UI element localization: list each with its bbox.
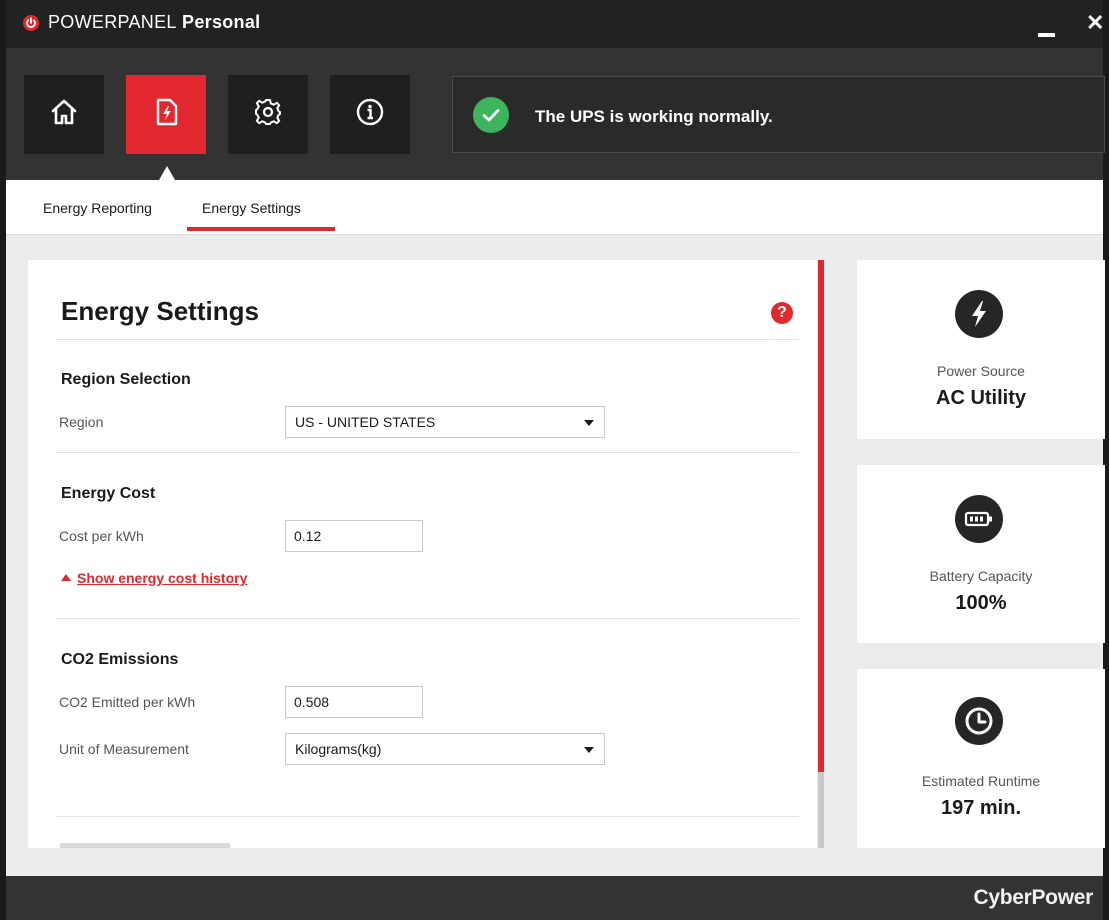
home-icon: [49, 97, 79, 132]
estimated-runtime-value: 197 min.: [940, 797, 1022, 819]
co2-section-title: CO2 Emissions: [61, 651, 179, 668]
nav-band: The UPS is working normally.: [6, 48, 1105, 180]
minimize-button[interactable]: [1036, 18, 1058, 40]
app-title: POWERPANEL Personal: [48, 12, 260, 33]
power-source-card: Power Source AC Utility: [857, 260, 1105, 439]
app-title-panel: PANEL: [117, 12, 177, 32]
nav-info-button[interactable]: [330, 75, 410, 154]
region-section-title: Region Selection: [61, 371, 191, 388]
app-title-personal: Personal: [176, 12, 261, 32]
active-nav-pointer: [159, 166, 175, 180]
active-tab-indicator: [187, 227, 335, 231]
nav-settings-button[interactable]: [228, 75, 308, 154]
lightning-icon: [955, 290, 1003, 338]
title-bar: POWERPANEL Personal ✕: [6, 0, 1104, 48]
divider: [56, 452, 799, 453]
cyberpower-logo: CyberPower: [973, 886, 1093, 909]
status-panel: The UPS is working normally.: [452, 76, 1105, 153]
close-button[interactable]: ✕: [1086, 10, 1104, 36]
co2-emitted-label: CO2 Emitted per kWh: [59, 694, 196, 710]
co2-emitted-input[interactable]: [285, 686, 423, 718]
divider: [56, 339, 799, 340]
energy-settings-panel: Energy Settings ? Region Selection Regio…: [28, 260, 817, 848]
history-link-text: Show energy cost history: [77, 570, 248, 586]
help-icon[interactable]: ?: [771, 302, 793, 324]
triangle-up-icon: [61, 574, 71, 581]
nav-home-button[interactable]: [24, 75, 104, 154]
battery-icon: [955, 495, 1003, 543]
cost-per-kwh-input[interactable]: [285, 520, 423, 552]
page-title: Energy Settings: [61, 296, 259, 326]
scrollbar-thumb[interactable]: [818, 260, 824, 772]
status-message: The UPS is working normally.: [535, 107, 773, 126]
tab-energy-reporting[interactable]: Energy Reporting: [43, 200, 152, 216]
show-energy-cost-history-link[interactable]: Show energy cost history: [61, 570, 247, 586]
divider: [56, 618, 799, 619]
region-select-value: US - UNITED STATES: [295, 414, 436, 430]
apply-button[interactable]: [60, 843, 230, 848]
power-logo-icon: [23, 15, 39, 31]
estimated-runtime-card: Estimated Runtime 197 min.: [857, 669, 1105, 848]
chevron-down-icon: [584, 747, 594, 753]
unit-of-measurement-label: Unit of Measurement: [59, 741, 189, 757]
clock-icon: [955, 697, 1003, 745]
energy-report-icon: [151, 97, 181, 132]
power-source-value: AC Utility: [936, 387, 1026, 409]
tab-energy-settings[interactable]: Energy Settings: [202, 200, 301, 216]
sub-tabs: Energy Reporting Energy Settings: [6, 180, 1103, 235]
region-label: Region: [59, 414, 104, 430]
unit-select-value: Kilograms(kg): [295, 741, 382, 757]
energy-cost-section-title: Energy Cost: [61, 485, 156, 502]
chevron-down-icon: [584, 420, 594, 426]
info-icon: [355, 97, 385, 132]
battery-capacity-label: Battery Capacity: [929, 568, 1033, 584]
power-source-label: Power Source: [937, 363, 1025, 379]
gear-icon: [253, 97, 283, 132]
divider: [56, 816, 799, 817]
app-window: POWERPANEL Personal ✕ The UPS is working…: [0, 0, 1109, 920]
check-circle-icon: [473, 97, 509, 133]
estimated-runtime-label: Estimated Runtime: [921, 773, 1041, 789]
nav-energy-button[interactable]: [126, 75, 206, 154]
app-title-power: POWER: [48, 12, 118, 32]
unit-select[interactable]: Kilograms(kg): [285, 733, 605, 765]
battery-capacity-value: 100%: [955, 592, 1007, 614]
battery-capacity-card: Battery Capacity 100%: [857, 465, 1105, 643]
footer: CyberPower: [6, 876, 1103, 920]
region-select[interactable]: US - UNITED STATES: [285, 406, 605, 438]
cost-per-kwh-label: Cost per kWh: [59, 528, 144, 544]
